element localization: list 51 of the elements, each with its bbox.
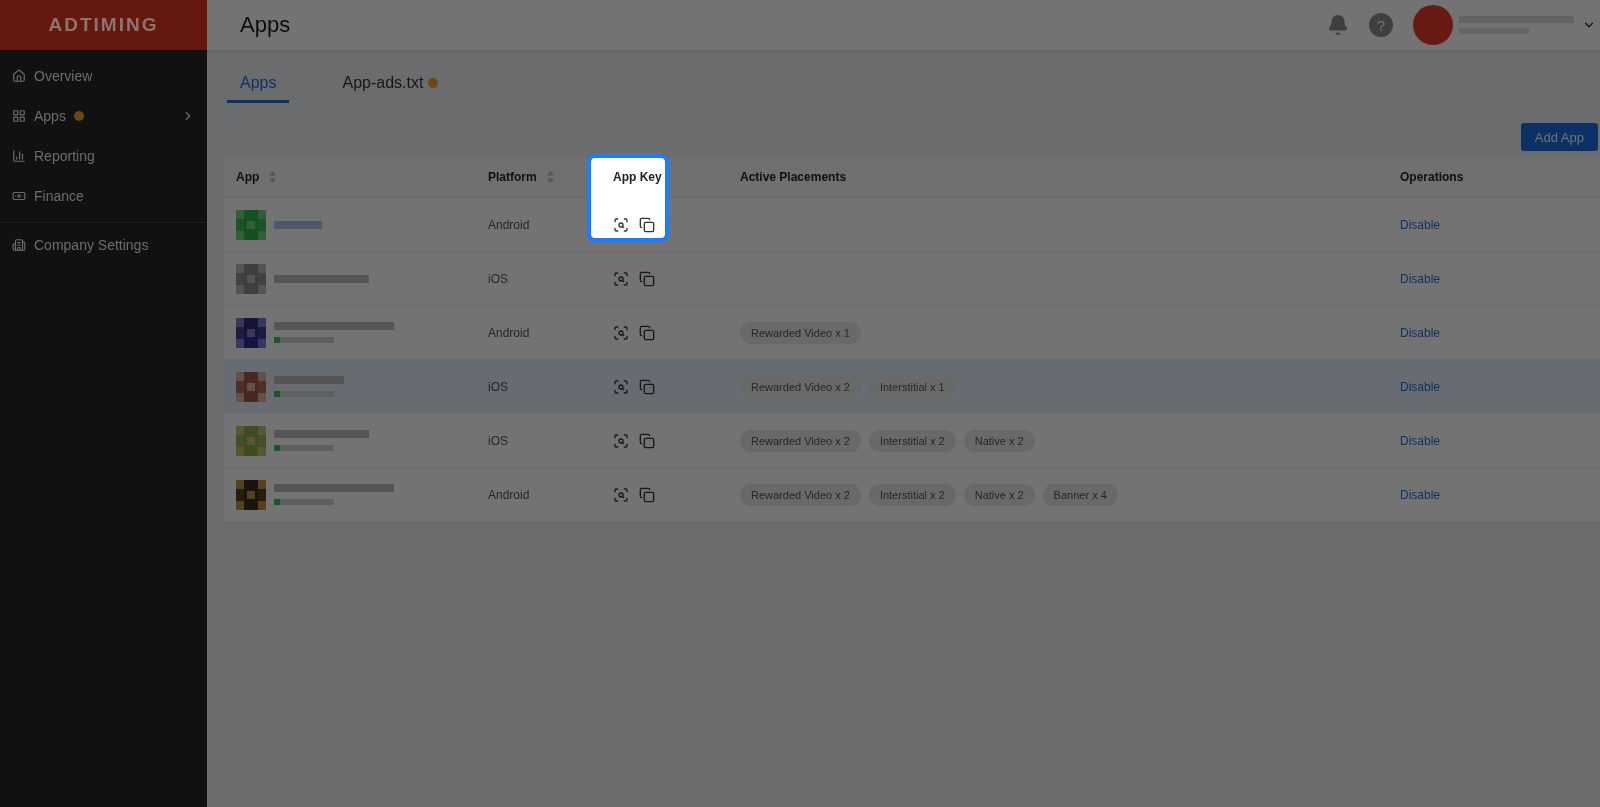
sidebar-item[interactable]: Reporting bbox=[0, 136, 207, 176]
placement-tag: Rewarded Video x 2 bbox=[740, 483, 861, 506]
blurred-name-drawing bbox=[274, 376, 344, 397]
placement-tag: Rewarded Video x 1 bbox=[740, 321, 861, 344]
disable-link[interactable]: Disable bbox=[1400, 379, 1441, 394]
column-header: Active Placements bbox=[740, 170, 847, 184]
info-dot bbox=[428, 78, 439, 88]
home-icon bbox=[12, 69, 26, 83]
sidebar-item[interactable]: Company Settings bbox=[0, 222, 207, 267]
placement-tag: Rewarded Video x 2 bbox=[740, 375, 861, 398]
sidebar-item[interactable]: Apps bbox=[0, 96, 207, 136]
disable-link[interactable]: Disable bbox=[1400, 325, 1441, 340]
add-app-button[interactable]: Add App bbox=[1520, 123, 1598, 151]
placement-tag: Banner x 4 bbox=[1042, 483, 1118, 506]
column-header[interactable]: Platform bbox=[488, 170, 554, 184]
sidebar-item[interactable]: Overview bbox=[0, 56, 207, 96]
avatar[interactable] bbox=[1413, 5, 1453, 45]
placement-tag: Interstitial x 1 bbox=[868, 375, 956, 398]
logo: ADTIMING bbox=[48, 14, 159, 36]
view-key-icon[interactable] bbox=[613, 216, 629, 233]
platform-cell: Android bbox=[488, 487, 530, 502]
copy-icon[interactable] bbox=[639, 216, 655, 233]
bar-chart-icon bbox=[12, 149, 26, 163]
banknote-icon bbox=[12, 189, 26, 203]
bell-icon[interactable] bbox=[1327, 14, 1349, 36]
building-icon bbox=[12, 238, 26, 252]
column-header: Operations bbox=[1400, 170, 1464, 184]
sidebar-item[interactable]: Finance bbox=[0, 176, 207, 216]
column-header[interactable]: App bbox=[236, 170, 277, 184]
platform-cell: iOS bbox=[488, 379, 508, 394]
tab[interactable]: App-ads.txt bbox=[329, 74, 452, 103]
placement-tag: Interstitial x 2 bbox=[868, 483, 956, 506]
info-dot bbox=[73, 111, 84, 121]
placement-tag: Native x 2 bbox=[963, 483, 1035, 506]
blurred-name-drawing bbox=[274, 220, 322, 229]
grid-icon bbox=[12, 109, 26, 123]
page-title: Apps bbox=[240, 12, 292, 38]
placement-tag: Rewarded Video x 2 bbox=[740, 429, 861, 452]
platform-cell: iOS bbox=[488, 271, 508, 286]
placement-tag: Native x 2 bbox=[963, 429, 1035, 452]
tab[interactable]: Apps bbox=[227, 74, 290, 103]
disable-link[interactable]: Disable bbox=[1400, 271, 1441, 286]
placement-tag: Interstitial x 2 bbox=[868, 429, 956, 452]
platform-cell: Android bbox=[488, 325, 530, 340]
platform-cell: iOS bbox=[488, 433, 508, 448]
platform-cell: Android bbox=[488, 217, 530, 232]
column-header: App Key bbox=[613, 170, 662, 184]
disable-link[interactable]: Disable bbox=[1400, 487, 1441, 502]
disable-link[interactable]: Disable bbox=[1400, 433, 1441, 448]
help-button[interactable]: ? bbox=[1369, 13, 1393, 37]
disable-link[interactable]: Disable bbox=[1400, 217, 1441, 232]
